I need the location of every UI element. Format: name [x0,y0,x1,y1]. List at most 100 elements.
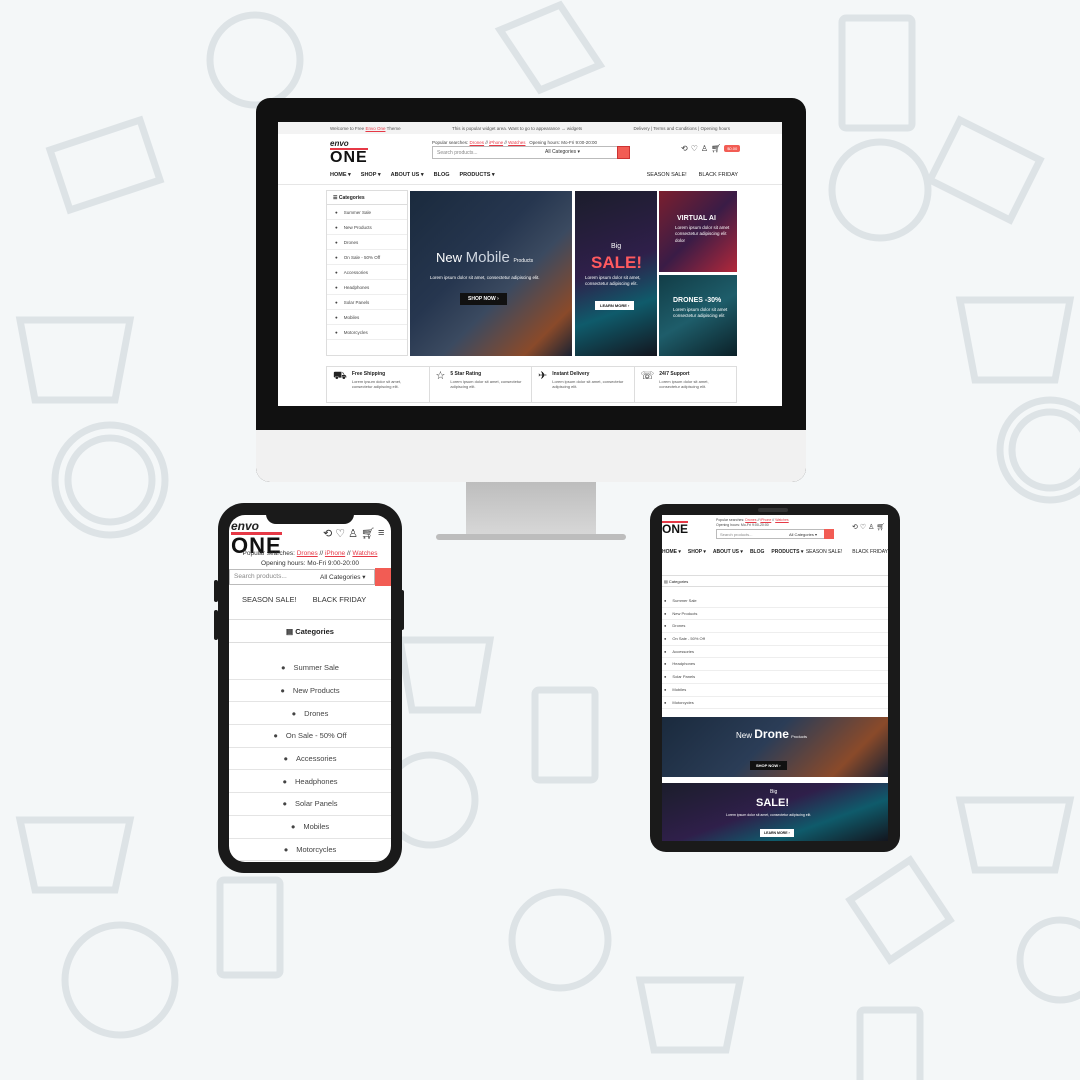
hero-virtual-ai-banner[interactable]: VIRTUAL AI Lorem ipsum dolor sit amet co… [659,191,737,272]
category-item[interactable]: ● New Products [229,680,391,703]
account-icon[interactable]: ♙ [348,527,358,540]
category-item[interactable]: ● Motorcycles [662,697,888,710]
tablet-shop-now-button[interactable]: SHOP NOW › [750,761,787,770]
users-icon: ● [335,225,338,230]
compare-icon[interactable]: ⟲ [681,144,688,153]
mobile-season-sale[interactable]: SEASON SALE! [242,595,297,604]
popular-link-drones[interactable]: Drones [470,140,485,145]
category-item[interactable]: ● Mobiles [662,684,888,697]
nav-home[interactable]: HOME ▾ [330,172,351,178]
wishlist-icon[interactable]: ♡ [335,527,345,540]
search-input[interactable]: Search products... All Categories ▾ [432,146,630,159]
categories-heading[interactable]: ☰ Categories [327,191,407,205]
category-item[interactable]: ● Drones [229,702,391,726]
phone-power-button [400,590,404,630]
category-item[interactable]: ● Motorcycles [327,325,407,340]
popular-link-iphone[interactable]: iPhone [489,140,503,145]
category-item[interactable]: ● Solar Panels [662,671,888,684]
category-item[interactable]: ● Headphones [327,280,407,295]
cart-total-badge[interactable]: $0.00 [724,145,741,152]
category-item[interactable]: ● Solar Panels [327,295,407,310]
nav-shop[interactable]: SHOP ▾ [688,549,706,555]
category-item[interactable]: ● New Products [662,608,888,621]
category-item[interactable]: ● Accessories [662,646,888,659]
category-item[interactable]: ● Motorcycles [229,839,391,862]
category-item[interactable]: ● On Sale - 50% Off [229,725,391,748]
category-item[interactable]: ● Accessories [327,265,407,280]
tablet-search-button[interactable] [824,529,834,539]
mobile-search-button[interactable] [375,568,391,586]
headphones-icon: ● [282,776,287,786]
nav-home[interactable]: HOME ▾ [662,549,681,555]
nav-black-friday[interactable]: BLACK FRIDAY [699,172,738,178]
hero-main-banner[interactable]: New Mobile Products Lorem ipsum dolor si… [410,191,572,356]
search-button[interactable] [617,146,630,159]
topbar-right-links[interactable]: Delivery | Terms and Conditions | Openin… [633,126,730,131]
nav-season-sale[interactable]: SEASON SALE! [647,172,687,178]
category-item[interactable]: ● Drones [662,620,888,634]
tablet-hero-main-banner[interactable]: New Drone Products SHOP NOW › [662,717,888,777]
account-icon[interactable]: ♙ [868,523,874,531]
category-item[interactable]: ● Summer Sale [229,657,391,680]
compare-icon[interactable]: ⟲ [852,523,858,531]
account-icon[interactable]: ♙ [701,144,708,153]
category-item[interactable]: ● Solar Panels [229,793,391,816]
menu-icon[interactable]: ≡ [378,527,384,540]
wishlist-icon[interactable]: ♡ [860,523,866,531]
cart-icon[interactable]: 🛒︎ [876,523,885,531]
nav-products[interactable]: PRODUCTS ▾ [771,549,803,555]
category-item[interactable]: ● Summer Sale [327,205,407,220]
category-item[interactable]: ● Mobiles [229,816,391,839]
popular-link-watches[interactable]: Watches [352,550,377,557]
tablet-logo[interactable]: ONE [662,521,689,537]
tablet-categories-heading[interactable]: ▤ Categories [662,575,888,587]
learn-more-button[interactable]: LEARN MORE › [595,301,635,310]
popular-link-iphone[interactable]: iPhone [760,518,771,522]
category-item[interactable]: ● On Sale - 50% Off [327,250,407,265]
popular-link-watches[interactable]: Watches [508,140,525,145]
category-item[interactable]: ● Headphones [662,658,888,672]
nav-shop[interactable]: SHOP ▾ [361,172,381,178]
tablet-category-select[interactable]: All Categories ▾ [789,532,817,537]
cart-icon[interactable]: 🛒︎ [361,527,375,540]
nav-about[interactable]: ABOUT US ▾ [391,172,424,178]
mobile-search-input[interactable]: Search products... All Categories ▾ [229,569,375,585]
chat-icon: ☏ [640,370,655,382]
nav-products[interactable]: PRODUCTS ▾ [460,172,495,178]
category-item[interactable]: ● On Sale - 50% Off [662,633,888,646]
popular-link-watches[interactable]: Watches [775,518,789,522]
topbar-brand-link[interactable]: Envo One [365,126,385,131]
cart-icon[interactable]: 🛒︎ [711,144,721,153]
popular-link-drones[interactable]: Drones [297,550,318,557]
category-select[interactable]: All Categories ▾ [545,149,580,155]
nav-blog[interactable]: BLOG [434,172,450,178]
sale-big-text: SALE! [591,253,642,272]
tablet-learn-more-button[interactable]: LEARN MORE › [760,829,794,837]
site-logo[interactable]: envo ONE [330,140,368,166]
mobile-categories-heading[interactable]: ▤ Categories [229,619,391,643]
paper-plane-icon: ✈ [538,370,548,382]
category-item[interactable]: ● Mobiles [327,310,407,325]
tablet-search-input[interactable]: Search products... All Categories ▾ [716,529,826,539]
popular-link-iphone[interactable]: iPhone [325,550,345,557]
nav-blog[interactable]: BLOG [750,549,764,555]
category-item[interactable]: ● Accessories [229,748,391,771]
sale-small-text: Big [611,243,622,250]
category-item[interactable]: ● Summer Sale [662,595,888,608]
category-item[interactable]: ● Headphones [229,770,391,794]
tablet-hero-sale-banner[interactable]: Big SALE! Lorem ipsum dolor sit amet, co… [662,783,888,841]
hero-sale-banner[interactable]: Big SALE! Lorem ipsum dolor sit amet, co… [575,191,657,356]
solar-icon: ● [335,300,338,305]
compare-icon[interactable]: ⟲ [323,527,332,540]
nav-season-sale[interactable]: SEASON SALE! [806,549,842,555]
mobile-black-friday[interactable]: BLACK FRIDAY [313,595,367,604]
category-item[interactable]: ● Drones [327,235,407,250]
shop-now-button[interactable]: SHOP NOW › [460,293,507,305]
category-item[interactable]: ● New Products [327,220,407,235]
wishlist-icon[interactable]: ♡ [691,144,698,153]
popular-link-drones[interactable]: Drones [745,518,756,522]
mobile-category-select[interactable]: All Categories ▾ [320,573,366,581]
hero-drones-banner[interactable]: DRONES -30% Lorem ipsum dolor sit amet c… [659,275,737,356]
nav-about[interactable]: ABOUT US ▾ [713,549,743,555]
nav-black-friday[interactable]: BLACK FRIDAY [852,549,888,555]
